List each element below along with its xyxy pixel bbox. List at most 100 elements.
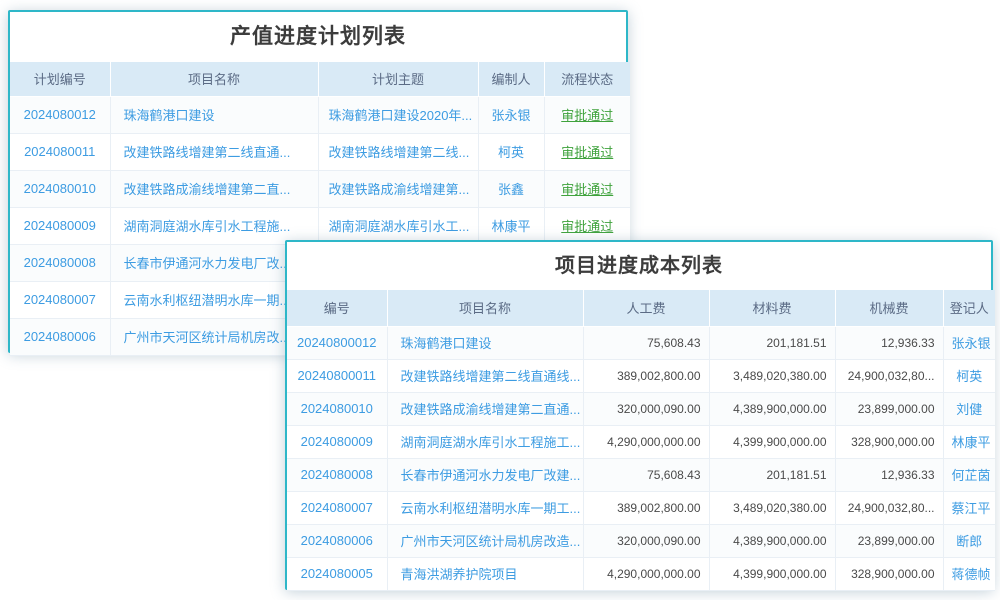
cost-table-body: 20240800012珠海鹤港口建设75,608.43201,181.5112,… — [287, 326, 995, 590]
material-cost-value: 4,399,900,000.00 — [709, 557, 835, 590]
status-link[interactable]: 审批通过 — [544, 207, 630, 244]
column-header: 材料费 — [709, 290, 835, 326]
approval-status-link[interactable]: 审批通过 — [561, 219, 613, 234]
machine-cost-value: 24,900,032,80... — [835, 491, 943, 524]
table-row: 20240800012珠海鹤港口建设75,608.43201,181.5112,… — [287, 326, 995, 359]
plan-table-header: 计划编号项目名称计划主题编制人流程状态 — [10, 62, 630, 96]
cost-id-link[interactable]: 20240800011 — [287, 359, 387, 392]
column-header: 计划主题 — [318, 62, 478, 96]
column-header: 计划编号 — [10, 62, 110, 96]
project-name-link[interactable]: 云南水利枢纽潜明水库一期工... — [387, 491, 583, 524]
approval-status-link[interactable]: 审批通过 — [561, 182, 613, 197]
plan-id-link[interactable]: 2024080009 — [10, 207, 110, 244]
column-header: 项目名称 — [110, 62, 318, 96]
plan-table-title: 产值进度计划列表 — [10, 12, 626, 62]
cost-id-link[interactable]: 2024080006 — [287, 524, 387, 557]
labor-cost-value: 4,290,000,000.00 — [583, 425, 709, 458]
column-header: 项目名称 — [387, 290, 583, 326]
machine-cost-value: 12,936.33 — [835, 458, 943, 491]
column-header: 编号 — [287, 290, 387, 326]
material-cost-value: 4,399,900,000.00 — [709, 425, 835, 458]
cost-table: 编号项目名称人工费材料费机械费登记人 20240800012珠海鹤港口建设75,… — [287, 290, 995, 591]
table-row: 2024080005青海洪湖养护院项目4,290,000,000.004,399… — [287, 557, 995, 590]
column-header: 登记人 — [943, 290, 995, 326]
project-name-link[interactable]: 湖南洞庭湖水库引水工程施工... — [387, 425, 583, 458]
plan-subject-link[interactable]: 珠海鹤港口建设2020年... — [318, 96, 478, 133]
cost-id-link[interactable]: 2024080009 — [287, 425, 387, 458]
labor-cost-value: 320,000,090.00 — [583, 524, 709, 557]
registrant-name: 断郎 — [943, 524, 995, 557]
labor-cost-value: 75,608.43 — [583, 326, 709, 359]
cost-id-link[interactable]: 2024080008 — [287, 458, 387, 491]
material-cost-value: 3,489,020,380.00 — [709, 491, 835, 524]
machine-cost-value: 328,900,000.00 — [835, 557, 943, 590]
plan-id-link[interactable]: 2024080007 — [10, 281, 110, 318]
approval-status-link[interactable]: 审批通过 — [561, 145, 613, 160]
project-name-link[interactable]: 长春市伊通河水力发电厂改建... — [387, 458, 583, 491]
project-name-link[interactable]: 青海洪湖养护院项目 — [387, 557, 583, 590]
column-header: 机械费 — [835, 290, 943, 326]
plan-id-link[interactable]: 2024080010 — [10, 170, 110, 207]
registrant-name: 柯英 — [943, 359, 995, 392]
table-row: 2024080007云南水利枢纽潜明水库一期工...389,002,800.00… — [287, 491, 995, 524]
compiler-name: 林康平 — [478, 207, 544, 244]
material-cost-value: 3,489,020,380.00 — [709, 359, 835, 392]
plan-id-link[interactable]: 2024080006 — [10, 318, 110, 355]
cost-table-title: 项目进度成本列表 — [287, 242, 991, 290]
plan-id-link[interactable]: 2024080011 — [10, 133, 110, 170]
project-name-link[interactable]: 改建铁路线增建第二线直通线... — [387, 359, 583, 392]
registrant-name: 张永银 — [943, 326, 995, 359]
registrant-name: 蒋德帧 — [943, 557, 995, 590]
header-row: 计划编号项目名称计划主题编制人流程状态 — [10, 62, 630, 96]
project-name-link[interactable]: 改建铁路线增建第二线直通... — [110, 133, 318, 170]
material-cost-value: 201,181.51 — [709, 458, 835, 491]
project-name-link[interactable]: 湖南洞庭湖水库引水工程施... — [110, 207, 318, 244]
table-row: 2024080012珠海鹤港口建设珠海鹤港口建设2020年...张永银审批通过 — [10, 96, 630, 133]
material-cost-value: 201,181.51 — [709, 326, 835, 359]
registrant-name: 何芷茵 — [943, 458, 995, 491]
machine-cost-value: 23,899,000.00 — [835, 524, 943, 557]
labor-cost-value: 320,000,090.00 — [583, 392, 709, 425]
table-row: 2024080008长春市伊通河水力发电厂改建...75,608.43201,1… — [287, 458, 995, 491]
cost-table-header: 编号项目名称人工费材料费机械费登记人 — [287, 290, 995, 326]
cost-id-link[interactable]: 2024080010 — [287, 392, 387, 425]
column-header: 人工费 — [583, 290, 709, 326]
machine-cost-value: 23,899,000.00 — [835, 392, 943, 425]
status-link[interactable]: 审批通过 — [544, 170, 630, 207]
table-row: 2024080010改建铁路成渝线增建第二直...改建铁路成渝线增建第...张鑫… — [10, 170, 630, 207]
header-row: 编号项目名称人工费材料费机械费登记人 — [287, 290, 995, 326]
project-name-link[interactable]: 珠海鹤港口建设 — [110, 96, 318, 133]
labor-cost-value: 389,002,800.00 — [583, 491, 709, 524]
labor-cost-value: 389,002,800.00 — [583, 359, 709, 392]
plan-subject-link[interactable]: 湖南洞庭湖水库引水工... — [318, 207, 478, 244]
project-name-link[interactable]: 改建铁路成渝线增建第二直通... — [387, 392, 583, 425]
table-row: 20240800011改建铁路线增建第二线直通线...389,002,800.0… — [287, 359, 995, 392]
table-row: 2024080009湖南洞庭湖水库引水工程施...湖南洞庭湖水库引水工...林康… — [10, 207, 630, 244]
cost-id-link[interactable]: 20240800012 — [287, 326, 387, 359]
plan-id-link[interactable]: 2024080008 — [10, 244, 110, 281]
machine-cost-value: 328,900,000.00 — [835, 425, 943, 458]
table-row: 2024080010改建铁路成渝线增建第二直通...320,000,090.00… — [287, 392, 995, 425]
approval-status-link[interactable]: 审批通过 — [561, 108, 613, 123]
page-background: { "colors": { "panel_border": "#2eb7c8",… — [0, 0, 1000, 600]
plan-subject-link[interactable]: 改建铁路线增建第二线... — [318, 133, 478, 170]
column-header: 编制人 — [478, 62, 544, 96]
plan-id-link[interactable]: 2024080012 — [10, 96, 110, 133]
plan-subject-link[interactable]: 改建铁路成渝线增建第... — [318, 170, 478, 207]
labor-cost-value: 4,290,000,000.00 — [583, 557, 709, 590]
registrant-name: 蔡江平 — [943, 491, 995, 524]
registrant-name: 刘健 — [943, 392, 995, 425]
status-link[interactable]: 审批通过 — [544, 96, 630, 133]
column-header: 流程状态 — [544, 62, 630, 96]
compiler-name: 张鑫 — [478, 170, 544, 207]
compiler-name: 柯英 — [478, 133, 544, 170]
machine-cost-value: 24,900,032,80... — [835, 359, 943, 392]
cost-id-link[interactable]: 2024080007 — [287, 491, 387, 524]
cost-id-link[interactable]: 2024080005 — [287, 557, 387, 590]
project-name-link[interactable]: 改建铁路成渝线增建第二直... — [110, 170, 318, 207]
project-name-link[interactable]: 珠海鹤港口建设 — [387, 326, 583, 359]
machine-cost-value: 12,936.33 — [835, 326, 943, 359]
status-link[interactable]: 审批通过 — [544, 133, 630, 170]
project-name-link[interactable]: 广州市天河区统计局机房改造... — [387, 524, 583, 557]
table-row: 2024080009湖南洞庭湖水库引水工程施工...4,290,000,000.… — [287, 425, 995, 458]
